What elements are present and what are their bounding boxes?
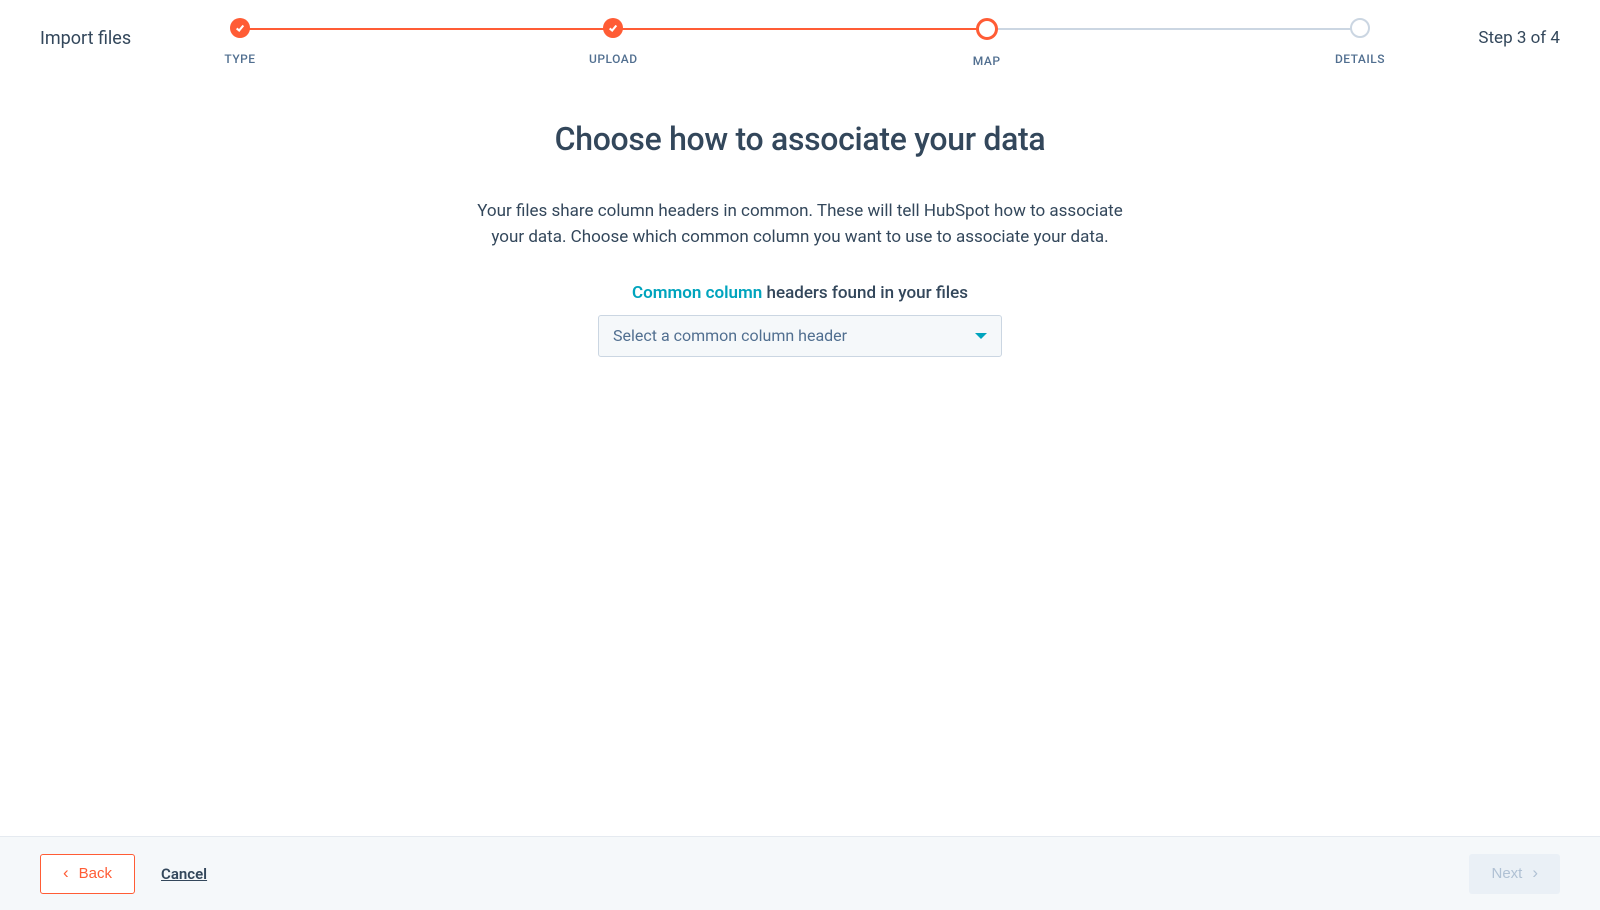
step-map-circle [976,18,998,40]
step-indicator: Step 3 of 4 [1380,18,1560,48]
step-details-circle [1350,18,1370,38]
stepper-nodes: TYPE UPLOAD MAP [240,18,1360,68]
step-upload-circle [603,18,623,38]
select-placeholder: Select a common column header [613,326,847,345]
page-heading: Choose how to associate your data [555,120,1046,158]
common-column-label-rest: headers found in your files [762,283,968,303]
common-column-label-highlight: Common column [632,283,762,303]
check-icon [608,23,618,33]
check-icon [235,23,245,33]
main-content: Choose how to associate your data Your f… [0,72,1600,357]
common-column-label: Common column headers found in your file… [632,283,968,303]
wizard-footer: ‹ Back Cancel Next › [0,836,1600,910]
footer-left: ‹ Back Cancel [40,854,207,894]
chevron-down-icon [975,333,987,339]
page-description: Your files share column headers in commo… [470,198,1130,251]
common-column-select[interactable]: Select a common column header [598,315,1002,357]
cancel-link[interactable]: Cancel [161,865,207,883]
next-button-label: Next [1491,865,1522,882]
wizard-stepper: TYPE UPLOAD MAP [240,18,1360,74]
next-button[interactable]: Next › [1469,854,1560,894]
wizard-header: Import files TYPE UP [0,0,1600,72]
step-details-label: DETAILS [1335,52,1385,66]
step-upload-label: UPLOAD [589,52,638,66]
back-button-label: Back [79,865,112,882]
step-map-label: MAP [973,54,1001,68]
chevron-right-icon: › [1532,864,1538,881]
step-type-label: TYPE [224,52,255,66]
chevron-left-icon: ‹ [63,864,69,881]
back-button[interactable]: ‹ Back [40,854,135,894]
page-title: Import files [40,18,220,49]
step-type-circle [230,18,250,38]
